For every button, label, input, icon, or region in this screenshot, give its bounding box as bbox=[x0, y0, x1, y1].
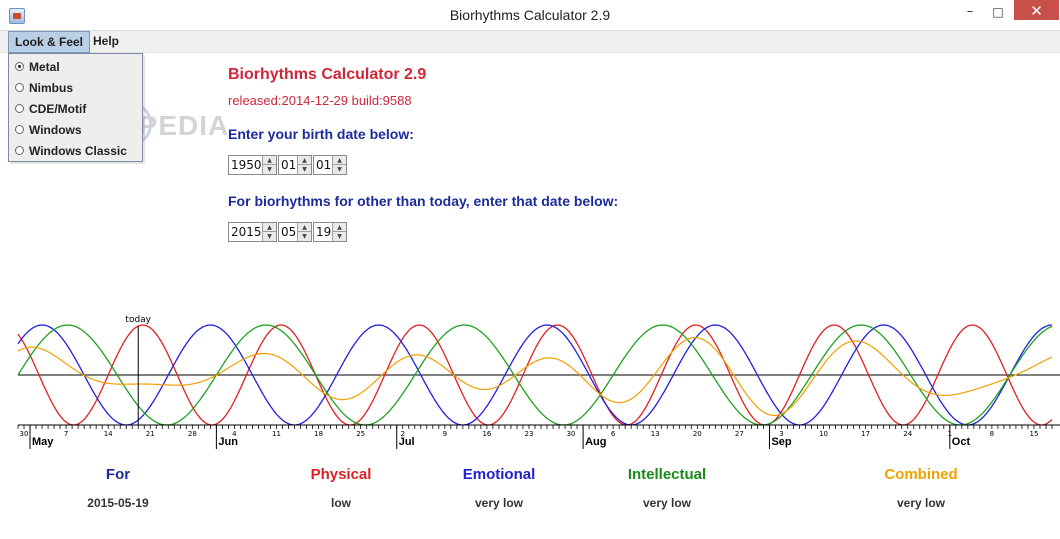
footer-physical-label: Physical bbox=[310, 466, 372, 483]
other-date-prompt: For biorhythms for other than today, ent… bbox=[228, 193, 619, 209]
decrement-arrow-icon[interactable]: ▼ bbox=[298, 232, 311, 241]
increment-arrow-icon[interactable]: ▲ bbox=[298, 156, 311, 165]
minimize-button[interactable]: – bbox=[956, 3, 984, 23]
spinner-value: 01 bbox=[316, 158, 332, 172]
month-label: Jun bbox=[218, 436, 238, 448]
title-bar: Biorhythms Calculator 2.9 – □ ✕ bbox=[0, 0, 1060, 31]
day-tick-label: 30 bbox=[20, 430, 29, 438]
decrement-arrow-icon[interactable]: ▼ bbox=[263, 165, 276, 174]
decrement-arrow-icon[interactable]: ▼ bbox=[333, 232, 346, 241]
day-tick-label: 9 bbox=[443, 430, 447, 438]
increment-arrow-icon[interactable]: ▲ bbox=[333, 223, 346, 232]
window-title: Biorhythms Calculator 2.9 bbox=[449, 7, 611, 23]
day-tick-label: 15 bbox=[1030, 430, 1039, 438]
birth-date-prompt: Enter your birth date below: bbox=[228, 126, 414, 142]
birth-month-spinner[interactable]: 01 ▲ ▼ bbox=[278, 155, 312, 175]
spinner-arrows: ▲ ▼ bbox=[297, 223, 311, 241]
month-label: May bbox=[32, 436, 54, 448]
day-tick-label: 27 bbox=[735, 430, 744, 438]
dropdown-item-windows-classic[interactable]: Windows Classic bbox=[9, 140, 142, 161]
release-info: released:2014-12-29 build:9588 bbox=[228, 93, 412, 108]
dropdown-item-nimbus[interactable]: Nimbus bbox=[9, 77, 142, 98]
day-tick-label: 28 bbox=[188, 430, 197, 438]
footer-emotional-label: Emotional bbox=[462, 466, 536, 483]
footer-for-label: For bbox=[105, 466, 131, 483]
look-and-feel-dropdown: Metal Nimbus CDE/Motif Windows Windows C… bbox=[8, 53, 143, 162]
decrement-arrow-icon[interactable]: ▼ bbox=[298, 165, 311, 174]
day-tick-label: 20 bbox=[693, 430, 702, 438]
day-tick-label: 6 bbox=[611, 430, 616, 438]
day-tick-label: 10 bbox=[819, 430, 828, 438]
spinner-arrows: ▲ ▼ bbox=[297, 156, 311, 174]
day-tick-label: 11 bbox=[272, 430, 281, 438]
radio-icon bbox=[15, 146, 24, 155]
maximize-button[interactable]: □ bbox=[984, 3, 1012, 23]
increment-arrow-icon[interactable]: ▲ bbox=[298, 223, 311, 232]
day-tick-label: 7 bbox=[64, 430, 68, 438]
menu-bar: Look & Feel Help bbox=[0, 31, 1060, 53]
app-heading: Biorhythms Calculator 2.9 bbox=[228, 66, 427, 83]
day-tick-label: 18 bbox=[314, 430, 323, 438]
decrement-arrow-icon[interactable]: ▼ bbox=[333, 165, 346, 174]
month-label: Sep bbox=[771, 436, 791, 448]
dropdown-item-label: Metal bbox=[29, 60, 60, 74]
footer-combined-label: Combined bbox=[884, 466, 958, 483]
footer-physical-value: low bbox=[331, 496, 351, 510]
decrement-arrow-icon[interactable]: ▼ bbox=[263, 232, 276, 241]
spinner-arrows: ▲ ▼ bbox=[332, 223, 346, 241]
day-tick-label: 16 bbox=[482, 430, 491, 438]
other-month-spinner[interactable]: 05 ▲ ▼ bbox=[278, 222, 312, 242]
day-tick-label: 13 bbox=[651, 430, 660, 438]
menu-help[interactable]: Help bbox=[87, 31, 125, 53]
day-tick-label: 30 bbox=[567, 430, 576, 438]
spinner-value: 1950 bbox=[231, 158, 262, 172]
radio-icon bbox=[15, 104, 24, 113]
spinner-arrows: ▲ ▼ bbox=[332, 156, 346, 174]
spinner-arrows: ▲ ▼ bbox=[262, 156, 276, 174]
month-label: Aug bbox=[585, 436, 606, 448]
dropdown-item-label: Windows bbox=[29, 123, 82, 137]
day-tick-label: 23 bbox=[525, 430, 534, 438]
increment-arrow-icon[interactable]: ▲ bbox=[263, 156, 276, 165]
close-button[interactable]: ✕ bbox=[1014, 0, 1059, 20]
increment-arrow-icon[interactable]: ▲ bbox=[333, 156, 346, 165]
month-label: Jul bbox=[399, 436, 415, 448]
birth-day-spinner[interactable]: 01 ▲ ▼ bbox=[313, 155, 347, 175]
footer-intellectual-value: very low bbox=[642, 496, 692, 510]
footer-combined-value: very low bbox=[896, 496, 946, 510]
menu-look-and-feel[interactable]: Look & Feel bbox=[8, 31, 91, 53]
dropdown-item-metal[interactable]: Metal bbox=[9, 56, 142, 77]
dropdown-item-label: Nimbus bbox=[29, 81, 74, 95]
increment-arrow-icon[interactable]: ▲ bbox=[263, 223, 276, 232]
day-tick-label: 24 bbox=[903, 430, 912, 438]
biorhythm-chart: today30 7 14 21 28 4 11 18 25 2 9 16 23 30 6 13 20 27 3 10 1… bbox=[17, 315, 1060, 449]
dropdown-item-cde-motif[interactable]: CDE/Motif bbox=[9, 98, 142, 119]
spinner-value: 19 bbox=[316, 225, 332, 239]
spinner-value: 2015 bbox=[231, 225, 262, 239]
day-tick-label: 14 bbox=[104, 430, 113, 438]
today-label: today bbox=[125, 315, 151, 325]
month-label: Oct bbox=[952, 436, 971, 448]
day-tick-label: 25 bbox=[356, 430, 365, 438]
other-year-spinner[interactable]: 2015 ▲ ▼ bbox=[228, 222, 277, 242]
footer-emotional-value: very low bbox=[474, 496, 524, 510]
dropdown-item-label: Windows Classic bbox=[29, 144, 127, 158]
other-day-spinner[interactable]: 19 ▲ ▼ bbox=[313, 222, 347, 242]
day-tick-label: 21 bbox=[146, 430, 155, 438]
dropdown-item-windows[interactable]: Windows bbox=[9, 119, 142, 140]
birth-year-spinner[interactable]: 1950 ▲ ▼ bbox=[228, 155, 277, 175]
spinner-value: 05 bbox=[281, 225, 297, 239]
spinner-value: 01 bbox=[281, 158, 297, 172]
dropdown-item-label: CDE/Motif bbox=[29, 102, 87, 116]
footer-intellectual-label: Intellectual bbox=[627, 466, 707, 483]
day-tick-label: 8 bbox=[990, 430, 994, 438]
spinner-arrows: ▲ ▼ bbox=[262, 223, 276, 241]
radio-icon bbox=[15, 125, 24, 134]
radio-icon bbox=[15, 83, 24, 92]
app-window: Biorhythms Calculator 2.9 – □ ✕ Look & F… bbox=[0, 0, 1060, 539]
day-tick-label: 17 bbox=[861, 430, 870, 438]
radio-selected-icon bbox=[15, 62, 24, 71]
footer-for-value: 2015-05-19 bbox=[87, 496, 149, 510]
